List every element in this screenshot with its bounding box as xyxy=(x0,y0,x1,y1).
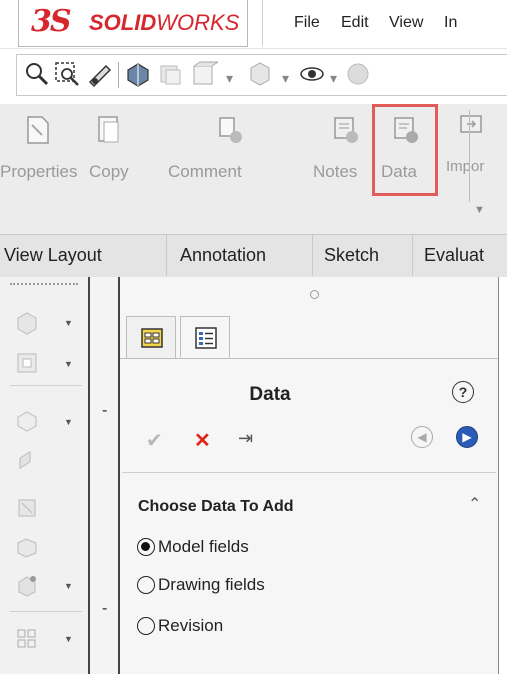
display-style-dropdown[interactable]: ▾ xyxy=(282,70,289,87)
model-fields-label[interactable]: Model fields xyxy=(158,537,249,557)
projected-view-dropdown[interactable]: ▼ xyxy=(64,417,73,427)
toolbar-separator xyxy=(118,62,119,88)
cancel-button[interactable]: ✕ xyxy=(194,428,211,453)
choose-data-section-title: Choose Data To Add xyxy=(138,498,294,515)
graphics-area-edge xyxy=(498,277,507,674)
ok-button[interactable]: ✔ xyxy=(146,428,163,453)
revision-radio[interactable] xyxy=(137,617,155,635)
hide-show-dropdown[interactable]: ▾ xyxy=(330,70,337,87)
property-manager-title: Data xyxy=(249,384,291,405)
detail-view-icon[interactable] xyxy=(14,533,40,559)
section-view-icon[interactable] xyxy=(124,60,152,88)
logo-bold-text: SOLID xyxy=(89,10,157,35)
collapse-chevron-icon[interactable]: ⌃ xyxy=(468,494,481,514)
properties-icon xyxy=(27,116,49,144)
tab-feature-manager[interactable] xyxy=(126,316,176,358)
standard-views-dropdown[interactable]: ▼ xyxy=(64,359,73,369)
logo-light-text: WORKS xyxy=(156,10,240,35)
data-button-highlight xyxy=(372,104,438,196)
import-button[interactable]: Impor xyxy=(446,158,484,175)
pin-icon[interactable]: ⇥ xyxy=(238,428,253,449)
tab-view-layout[interactable]: View Layout xyxy=(4,234,102,276)
standard-views-icon[interactable] xyxy=(14,350,40,376)
model-fields-radio[interactable] xyxy=(137,538,155,556)
import-icon xyxy=(460,115,482,133)
zoom-to-fit-icon[interactable] xyxy=(22,60,50,88)
view-orientation-dropdown[interactable]: ▾ xyxy=(226,70,233,87)
tab-annotation[interactable]: Annotation xyxy=(180,234,266,276)
previous-page-icon[interactable]: ◀ xyxy=(411,426,433,448)
model-view-icon[interactable] xyxy=(14,310,40,336)
dynamic-annotation-icon[interactable] xyxy=(156,60,184,88)
comment-icon xyxy=(219,117,242,143)
tab-property-manager[interactable] xyxy=(180,316,230,358)
previous-view-icon[interactable] xyxy=(86,60,114,88)
display-style-icon[interactable] xyxy=(246,60,274,88)
splitter-collapse-bottom[interactable]: - xyxy=(102,600,107,618)
menu-view[interactable]: View xyxy=(389,14,423,32)
tab-evaluate[interactable]: Evaluat xyxy=(424,234,484,276)
panel-grip-handle[interactable] xyxy=(310,290,319,299)
tab-sketch[interactable]: Sketch xyxy=(324,234,379,276)
menu-file[interactable]: File xyxy=(294,14,320,32)
next-page-icon[interactable]: ▶ xyxy=(456,426,478,448)
view-orientation-icon[interactable] xyxy=(190,60,218,88)
broken-out-dropdown[interactable]: ▼ xyxy=(64,581,73,591)
more-commands-dropdown[interactable]: ▼ xyxy=(474,204,485,216)
edit-appearance-icon[interactable] xyxy=(344,60,372,88)
drawing-fields-radio[interactable] xyxy=(137,576,155,594)
broken-out-section-icon[interactable] xyxy=(14,572,40,598)
comment-button[interactable]: Comment xyxy=(168,162,242,182)
revision-label[interactable]: Revision xyxy=(158,616,223,636)
section-divider xyxy=(122,472,496,473)
ds-logo-mark: 3S xyxy=(31,4,72,39)
auxiliary-view-icon[interactable] xyxy=(14,448,40,474)
toolbar-grip[interactable] xyxy=(10,283,78,285)
notes-icon xyxy=(334,117,358,143)
feature-manager-icon xyxy=(141,328,163,348)
menu-separator xyxy=(262,0,263,46)
menu-edit[interactable]: Edit xyxy=(341,14,369,32)
manager-tabstrip xyxy=(120,314,498,359)
notes-button[interactable]: Notes xyxy=(313,162,357,182)
help-icon[interactable]: ? xyxy=(452,381,474,403)
copy-button[interactable]: Copy xyxy=(89,162,129,182)
projected-view-icon[interactable] xyxy=(14,408,40,434)
command-separator xyxy=(469,110,470,202)
alignment-dropdown[interactable]: ▼ xyxy=(64,634,73,644)
alignment-icon[interactable] xyxy=(14,626,40,652)
drawing-fields-label[interactable]: Drawing fields xyxy=(158,575,265,595)
copy-icon xyxy=(98,116,119,143)
menu-insert[interactable]: In xyxy=(444,14,457,32)
zoom-to-area-icon[interactable] xyxy=(53,60,81,88)
section-view-icon[interactable] xyxy=(14,495,40,521)
splitter-collapse-top[interactable]: - xyxy=(102,402,107,420)
model-view-dropdown[interactable]: ▼ xyxy=(64,318,73,328)
hide-show-items-icon[interactable] xyxy=(298,60,326,88)
properties-button[interactable]: Properties xyxy=(0,162,77,182)
property-manager-icon xyxy=(195,327,217,349)
solidworks-logo[interactable]: 3S SOLIDWORKS xyxy=(18,0,248,47)
left-toolbar xyxy=(0,277,88,674)
